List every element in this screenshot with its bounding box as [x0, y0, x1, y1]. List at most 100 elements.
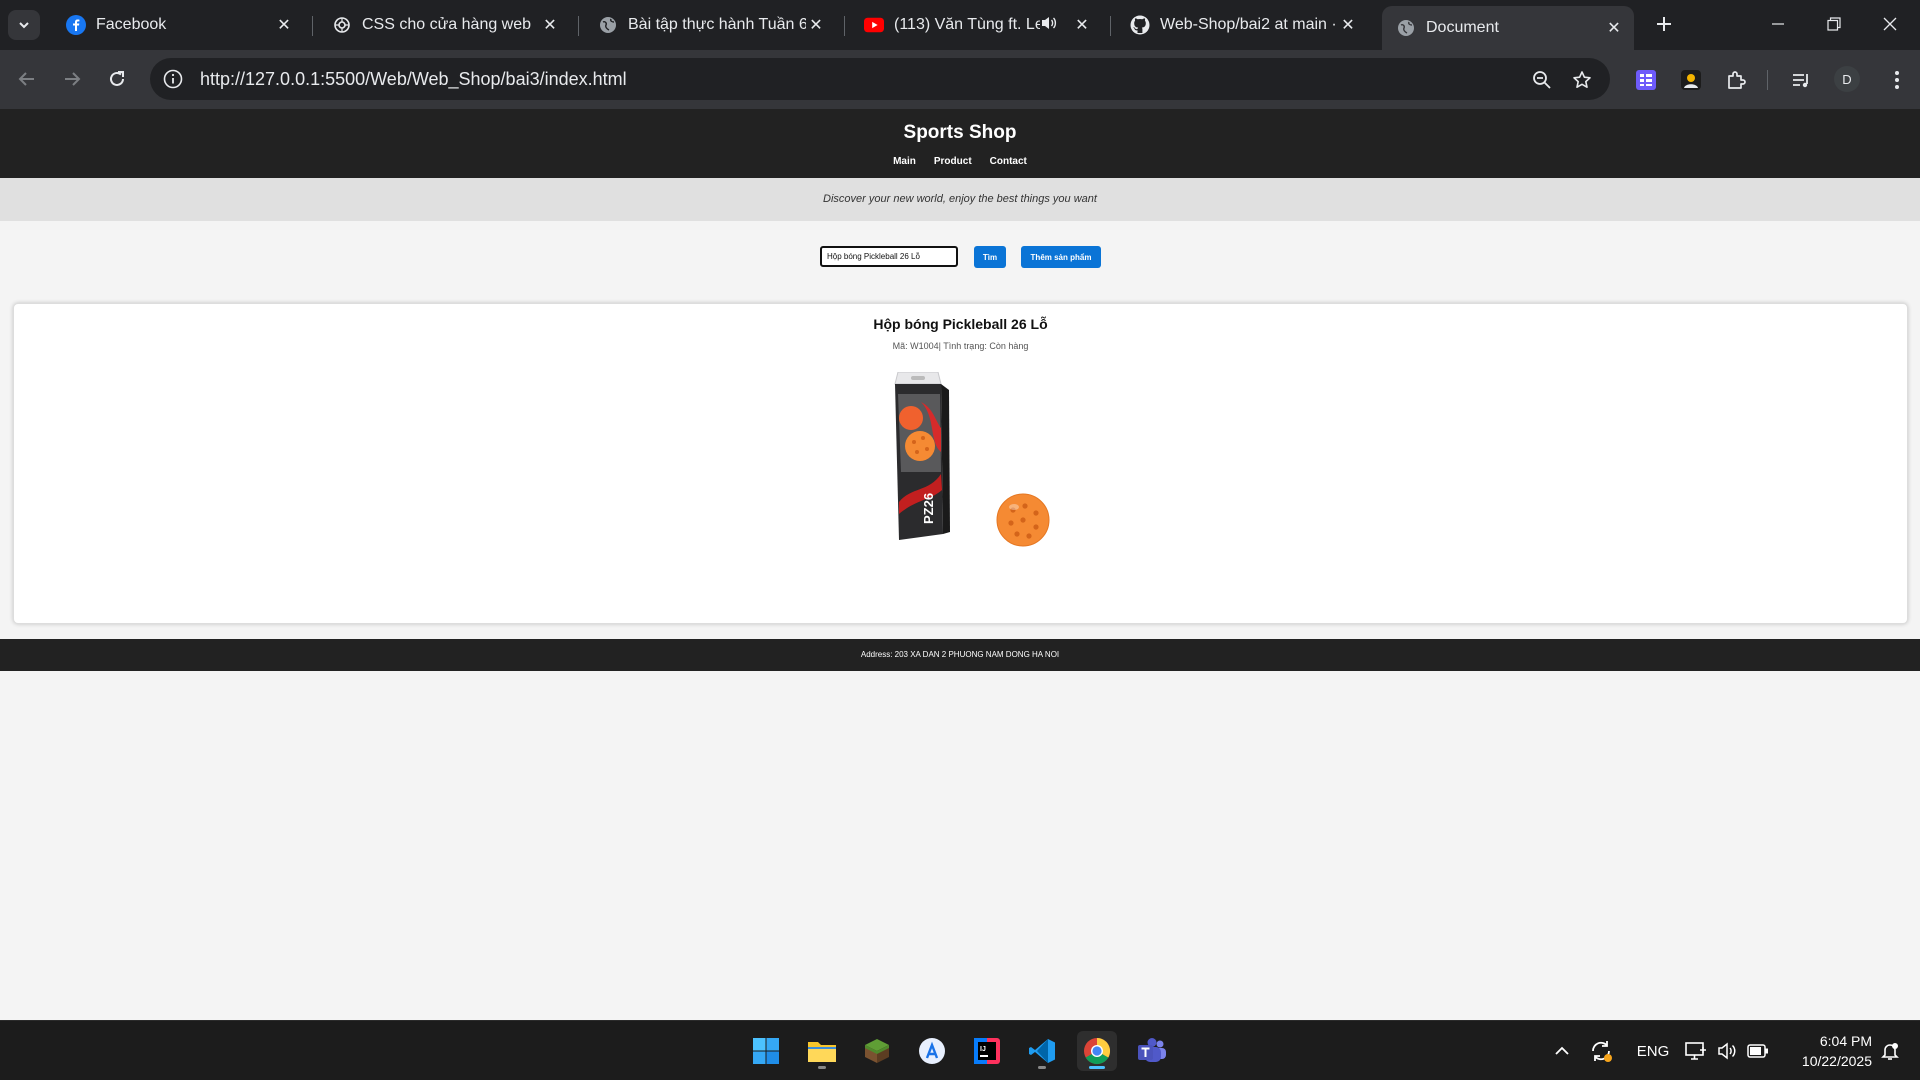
extension-list-icon[interactable]	[1633, 67, 1659, 93]
browser-tab-strip: Facebook ✕ CSS cho cửa hàng web ✕ Bài tậ…	[0, 0, 1920, 50]
network-icon	[1685, 1042, 1706, 1060]
svg-text:IJ: IJ	[980, 1046, 986, 1053]
profile-avatar[interactable]: D	[1834, 66, 1860, 92]
folder-icon	[808, 1042, 836, 1062]
taskbar-intellij[interactable]: IJ	[967, 1031, 1007, 1071]
close-window-button[interactable]	[1862, 0, 1918, 48]
close-tab-icon[interactable]: ✕	[1338, 15, 1358, 35]
tab-title: Web-Shop/bai2 at main · d	[1160, 16, 1338, 33]
chevron-down-icon	[19, 22, 29, 29]
nav-product-link[interactable]: Product	[934, 156, 972, 167]
tab-exercise-week6[interactable]: Bài tập thực hành Tuần 6 - ✕	[584, 6, 836, 44]
tab-title: CSS cho cửa hàng web	[362, 16, 532, 33]
youtube-icon	[864, 15, 884, 35]
start-button[interactable]	[746, 1031, 786, 1071]
system-clock[interactable]: 6:04 PM 10/22/2025	[1780, 1031, 1872, 1071]
battery-icon	[1747, 1044, 1768, 1058]
taskbar-file-explorer[interactable]	[802, 1031, 842, 1071]
windows-icon	[753, 1038, 779, 1064]
tab-divider	[1110, 16, 1111, 36]
vscode-icon	[1029, 1039, 1055, 1063]
box-label: PZ26	[921, 493, 936, 524]
teams-icon	[1138, 1038, 1166, 1062]
tab-divider	[844, 16, 845, 36]
extensions-puzzle-icon[interactable]	[1723, 67, 1749, 93]
browser-toolbar: http://127.0.0.1:5500/Web/Web_Shop/bai3/…	[0, 50, 1920, 109]
windows-taskbar: IJ ENG 6:04 PM 10/22/2025	[0, 1020, 1920, 1080]
minimize-icon	[1772, 23, 1784, 25]
address-bar[interactable]: http://127.0.0.1:5500/Web/Web_Shop/bai3/…	[150, 58, 1610, 100]
taskbar-app-store[interactable]	[912, 1031, 952, 1071]
tab-css-store[interactable]: CSS cho cửa hàng web ✕	[318, 6, 570, 44]
site-header: Sports Shop Main Product Contact	[0, 109, 1920, 178]
github-icon	[1130, 15, 1150, 35]
forward-button[interactable]	[55, 62, 89, 96]
close-tab-icon[interactable]: ✕	[806, 15, 826, 35]
close-tab-icon[interactable]: ✕	[540, 15, 560, 35]
product-meta: Mã: W1004| Tình trạng: Còn hàng	[892, 341, 1029, 351]
notification-center[interactable]	[1876, 1037, 1904, 1065]
site-title: Sports Shop	[903, 122, 1017, 143]
network-status[interactable]	[1682, 1037, 1710, 1065]
taskbar-chrome[interactable]	[1077, 1031, 1117, 1071]
back-button[interactable]	[10, 62, 44, 96]
search-row: Tìm Thêm sản phẩm	[0, 245, 1920, 269]
speaker-icon[interactable]	[1040, 15, 1058, 36]
taskbar-teams[interactable]	[1132, 1031, 1172, 1071]
tab-youtube[interactable]: (113) Văn Tùng ft. Levi ✕	[850, 6, 1102, 44]
search-button[interactable]: Tìm	[974, 246, 1006, 268]
nav-contact-link[interactable]: Contact	[990, 156, 1027, 167]
site-nav: Main Product Contact	[0, 156, 1920, 167]
grass-block-icon	[865, 1039, 889, 1063]
clock-date: 10/22/2025	[1801, 1053, 1872, 1069]
product-search-input[interactable]	[820, 246, 958, 267]
close-icon	[1883, 17, 1897, 31]
bookmark-star-icon[interactable]	[1570, 68, 1594, 92]
chrome-icon	[1084, 1037, 1111, 1065]
chevron-up-icon	[1555, 1046, 1569, 1055]
site-footer: Address: 203 XA DAN 2 PHUONG NAM DONG HA…	[0, 639, 1920, 671]
zoom-icon[interactable]	[1530, 68, 1554, 92]
browser-menu-icon[interactable]	[1884, 67, 1910, 93]
tab-divider	[578, 16, 579, 36]
close-tab-icon[interactable]: ✕	[1072, 15, 1092, 35]
sync-status[interactable]	[1587, 1037, 1615, 1065]
volume-control[interactable]	[1713, 1037, 1741, 1065]
show-hidden-icons[interactable]	[1548, 1037, 1576, 1065]
arrow-left-icon	[18, 72, 34, 86]
language-indicator[interactable]: ENG	[1634, 1037, 1672, 1065]
tab-title: Facebook	[96, 16, 167, 33]
nav-main-link[interactable]: Main	[893, 156, 916, 167]
tab-divider	[312, 16, 313, 36]
minimize-button[interactable]	[1750, 0, 1806, 48]
restore-button[interactable]	[1806, 0, 1862, 48]
tagline-banner: Discover your new world, enjoy the best …	[0, 178, 1920, 221]
tab-title: Document	[1426, 19, 1499, 36]
product-card: Hộp bóng Pickleball 26 Lỗ Mã: W1004| Tìn…	[13, 303, 1908, 624]
app-store-icon	[919, 1038, 945, 1064]
tab-github[interactable]: Web-Shop/bai2 at main · d ✕	[1116, 6, 1368, 44]
close-tab-icon[interactable]: ✕	[1604, 18, 1624, 38]
taskbar-vscode[interactable]	[1022, 1031, 1062, 1071]
taskbar-minecraft[interactable]	[857, 1031, 897, 1071]
globe-icon	[1396, 18, 1416, 38]
site-info-icon[interactable]	[162, 68, 184, 90]
running-indicator	[1038, 1066, 1046, 1069]
media-control-icon[interactable]	[1788, 67, 1814, 93]
intellij-icon: IJ	[974, 1038, 1000, 1064]
speaker-icon	[1718, 1042, 1736, 1060]
tab-search-button[interactable]	[8, 10, 40, 40]
new-tab-button[interactable]	[1650, 10, 1678, 38]
toolbar-divider	[1767, 70, 1768, 90]
close-tab-icon[interactable]: ✕	[274, 15, 294, 35]
product-image: PZ26	[894, 372, 1050, 547]
page-content: Sports Shop Main Product Contact Discove…	[0, 109, 1920, 1020]
tab-facebook[interactable]: Facebook ✕	[52, 6, 304, 44]
plus-icon	[1657, 17, 1671, 31]
extension-avatar-icon[interactable]	[1678, 67, 1704, 93]
tab-document[interactable]: Document ✕	[1382, 6, 1634, 50]
openai-icon	[332, 15, 352, 35]
reload-button[interactable]	[100, 62, 134, 96]
add-product-button[interactable]: Thêm sản phẩm	[1021, 246, 1101, 268]
battery-status[interactable]	[1744, 1037, 1772, 1065]
